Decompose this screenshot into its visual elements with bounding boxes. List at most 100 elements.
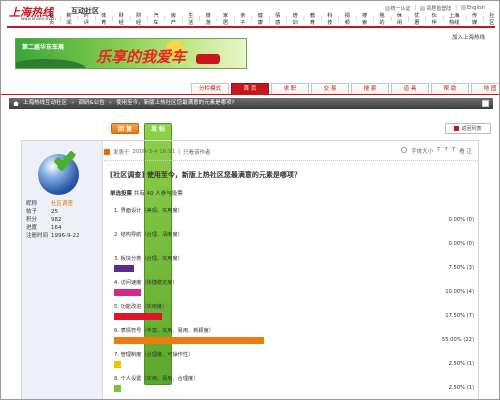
rss-icon[interactable] (482, 100, 489, 107)
author-name[interactable]: 社区调查 (51, 200, 73, 208)
nav-link[interactable]: 优惠 (414, 12, 420, 26)
nav-link[interactable]: 首页 (49, 12, 55, 26)
poll-percent: 17.50% (7) (445, 313, 474, 319)
poll-option: 4. 访问速度（快捷稳定度） 10.00% (4) (114, 279, 474, 303)
nav-link[interactable]: 社区 (489, 12, 495, 26)
nav-link[interactable]: 亲子 (240, 12, 246, 26)
back-to-list-button[interactable]: 返回列表 (445, 123, 491, 134)
top-link-english[interactable]: English (460, 5, 485, 12)
browser-page: 上海热线 www.online.sh.cn 互动社区 统一认证 | 邻居首登陆 … (0, 0, 500, 400)
nav-link[interactable]: 新闻 (66, 12, 72, 26)
poll-percent: 0.00% (0) (448, 241, 474, 247)
font-size-label: 字体大小 (411, 149, 434, 155)
poll-option-label: 7. 管理制度（合理度、可操作性） (114, 352, 194, 358)
nav-link[interactable]: 体育 (101, 12, 107, 26)
car-icon (196, 54, 220, 64)
nav-link[interactable]: 财经 (119, 12, 125, 26)
header-divider (7, 26, 495, 28)
author-points: 982 (51, 217, 62, 223)
breadcrumb-sep-icon: » (71, 100, 75, 106)
nav-link[interactable]: 房产 (171, 12, 177, 26)
tab-item[interactable]: 分栏模式 (191, 83, 229, 94)
poll-percent: 0.00% (0) (448, 217, 474, 223)
nav-link[interactable]: 视频 (345, 12, 351, 26)
tab-item[interactable]: 地 图 (471, 83, 499, 94)
font-size-medium[interactable]: T (445, 147, 448, 155)
nav-link[interactable]: 情感 (275, 12, 281, 26)
nav-link[interactable]: 我的 (379, 12, 385, 26)
poll-option: 2. 结构导航（合理、清晰度） 0.00% (0) (114, 231, 474, 255)
top-links: 统一认证 | 邻居首登陆 | English (384, 5, 485, 12)
poll-percent: 10.00% (4) (445, 289, 474, 295)
nav-link[interactable]: 科技 (327, 12, 333, 26)
tab-item[interactable]: 求 职 (271, 83, 309, 94)
tab-item[interactable]: 搜 索 (351, 83, 389, 94)
next-thread-link[interactable]: 看 正 (459, 147, 472, 155)
author-level: 164 (51, 225, 62, 231)
nav-link[interactable]: 培训 (292, 12, 298, 26)
only-author-link[interactable]: 只看该作者 (183, 148, 211, 156)
post-body: 发表于 2009-3-4 16:51 | 只看该作者 字体大小 T T T 看 … (104, 141, 478, 399)
poll-bar (114, 265, 135, 272)
reply-button[interactable]: 回 复 (111, 123, 139, 134)
font-size-large[interactable]: T (452, 147, 455, 155)
tab-item[interactable]: 首 页 (231, 83, 269, 94)
poll-percent: 7.50% (3) (448, 265, 474, 271)
nav-link[interactable]: 家居 (223, 12, 229, 26)
nav-link[interactable]: 搜索 (362, 12, 368, 26)
font-size-small[interactable]: T (437, 147, 440, 155)
breadcrumb-thread: 使用至今，新版上热社区您最满意的元素是哪项? (116, 100, 235, 106)
poll-header: 单选投票 共有 40 人参与投票 (110, 189, 183, 197)
post-meta: 发表于 2009-3-4 16:51 | 只看该作者 字体大小 T T T 看 … (104, 147, 478, 157)
poll-option: 8. 个人设置（实用、易用、合理度） 2.50% (1) (114, 375, 474, 399)
join-link[interactable]: 加入上海热线 (452, 33, 485, 41)
nav-link[interactable]: 旅游 (206, 12, 212, 26)
tab-item[interactable]: 道 具 (391, 83, 429, 94)
nav-link[interactable]: 时评 (84, 12, 90, 26)
top-link-login[interactable]: 邻居首登陆 (420, 5, 451, 12)
channel-nav: 首页 | 新闻 | 时评 | 体育 | 财经 | 财经 | 汽车 | 房产 | 生活 | 旅游 | 家居 | 亲子 | 健康 | 情… (49, 12, 495, 26)
nav-link[interactable]: 上海热线 (449, 12, 460, 26)
author-posts: 25 (51, 209, 58, 215)
tab-item[interactable]: 交 易 (311, 83, 349, 94)
home-icon[interactable] (13, 101, 19, 106)
poll-bar (114, 289, 142, 296)
nav-link[interactable]: 伙伴 (432, 12, 438, 26)
poll-percent: 55.00% (22) (441, 337, 474, 343)
nav-link[interactable]: 传媒 (472, 12, 478, 26)
poll-bar (114, 361, 121, 368)
nav-link[interactable]: 健康 (258, 12, 264, 26)
nav-link[interactable]: 汽车 (153, 12, 159, 26)
nav-link[interactable]: 教育 (310, 12, 316, 26)
nav-link[interactable]: 休闲 (397, 12, 403, 26)
poll-option-label: 3. 板块分类（合理、实用度） (114, 256, 183, 262)
author-reg-date: 1996-9-22 (51, 233, 80, 239)
nav-link[interactable]: 生活 (188, 12, 194, 26)
poll-option: 5. 功能改进（实用度） 17.50% (7) (114, 303, 474, 327)
breadcrumb-sep-icon: » (108, 100, 113, 106)
breadcrumb-home[interactable]: 上海热线互动社区 (23, 98, 67, 109)
ad-banner[interactable]: 第二届华东车展 乐享的我爱车 (15, 38, 247, 69)
poll-option-label: 5. 功能改进（实用度） (114, 304, 168, 310)
user-icon (384, 6, 390, 11)
breadcrumb-forum[interactable]: 调研&公告 (78, 98, 104, 109)
print-icon[interactable] (401, 147, 408, 153)
poll-option: 6. 表情符号（丰富、实用、易用、新颖度） 55.00% (22) (114, 327, 474, 351)
avatar[interactable] (38, 154, 79, 195)
poll-option-label: 4. 访问速度（快捷稳定度） (114, 280, 178, 286)
poll-percent: 2.50% (1) (448, 385, 474, 391)
top-link-auth[interactable]: 统一认证 (384, 5, 411, 12)
poll-bar (114, 337, 264, 344)
tab-item[interactable]: 帮 助 (431, 83, 469, 94)
post-icon (104, 149, 110, 155)
tab-divider (1, 94, 499, 95)
poll-mode: 单选投票 (110, 191, 133, 197)
poll-results: 1. 界面设计（美观、实用度） 0.00% (0) 2. 结构导航（合理、清晰度） 0… (114, 207, 474, 399)
globe-icon (460, 5, 466, 10)
nav-link[interactable]: 财经 (136, 12, 142, 26)
banner-title: 第二届华东车展 (22, 44, 65, 51)
post-tools: 字体大小 T T T 看 正 (401, 147, 472, 155)
forum-tabs: 分栏模式首 页求 职交 易搜 索道 具帮 助地 图 (191, 83, 499, 94)
author-info: 昵称 社区调查 帖子 25 积分 982 进度 164 注册时间 1996-9-22 (26, 200, 80, 239)
poll-stats: 共有 40 人参与投票 (133, 191, 183, 197)
